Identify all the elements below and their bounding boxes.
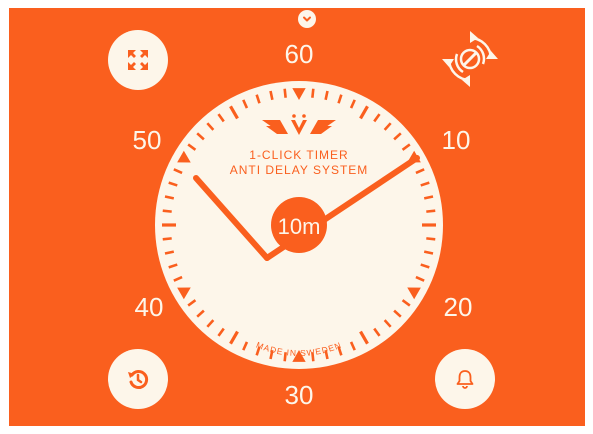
dial-tick [196,309,205,318]
dial-marker [177,287,191,300]
dial-tick [173,275,183,282]
dial-tick [187,143,197,151]
dial-tick [423,250,434,255]
dial-tick [337,346,343,356]
dial-tick [283,88,287,98]
history-button[interactable] [108,349,168,409]
dial-tick [373,113,381,123]
dial-tick [242,99,249,109]
bell-icon [456,370,474,389]
dial-tick [426,237,436,241]
dial-tick [383,319,392,328]
center-hub [271,197,327,253]
dial-tick [164,250,175,255]
dial-tick [373,327,381,337]
dial-number-40: 40 [134,292,164,322]
dial-tick [393,132,402,141]
dial-tick [168,181,178,187]
dial-number-30: 30 [284,380,314,410]
dial-number-50: 50 [132,125,162,155]
rotate-sync-button[interactable] [437,26,503,92]
brand-logo [262,114,336,135]
dial-marker [407,150,421,163]
dial-tick [420,181,430,187]
dial-tick [168,263,178,269]
dial-tick [187,299,197,307]
dial-number-10: 10 [441,125,471,155]
dial-tick [162,209,172,213]
dial-tick [269,349,274,360]
dial-tick [269,90,274,101]
brand-line-1: 1-CLICK TIMER [249,148,348,162]
dial-tick [311,88,315,98]
dial-number-20: 20 [443,292,473,322]
dial-tick [283,352,287,362]
dial-tick [349,341,356,351]
dial-tick [255,94,261,104]
dial-tick [401,299,411,307]
dial-marker [407,287,421,300]
dial-ticks [162,88,436,362]
dial-tick [393,309,402,318]
chevron-down-icon[interactable] [298,10,316,28]
dial-tick [401,143,411,151]
dial-face [155,81,443,369]
dial-tick [324,349,329,360]
dial-tick [349,99,356,109]
dial-tick [324,90,329,101]
dial-tick [217,327,225,337]
timer-screen: 60 10 20 30 40 50 1-CLICK TIMER ANTI DEL… [9,8,585,426]
center-readout: 10m [278,214,321,239]
dial-tick [415,275,425,282]
dial-tick [242,341,249,351]
dial-marker [292,350,306,362]
dial-tick [311,352,315,362]
dial-tick [196,132,205,141]
dial-marker [292,88,306,100]
dial-tick [255,346,261,356]
dial-tick [415,168,425,175]
expand-button[interactable] [108,30,168,90]
dial-tick [426,209,436,213]
rotate-sync-icon [442,31,498,87]
history-restore-icon [128,370,149,389]
dial-tick [359,330,369,345]
dial-tick [162,237,172,241]
dial-tick [173,168,183,175]
dial-tick [423,195,434,200]
alarm-bell-button[interactable] [435,349,495,409]
dial-tick [359,105,369,120]
dial-tick [383,122,392,131]
dial-tick [206,122,215,131]
dial-number-60: 60 [284,39,314,69]
dial-tick [337,94,343,104]
minute-hand [264,155,420,261]
expand-arrows-icon [128,50,148,70]
hour-hand [193,175,270,261]
made-in-label: MADE IN SWEDEN [255,340,343,358]
dial-marker [177,150,191,163]
dial-tick [217,113,225,123]
dial-tick [229,330,239,345]
dial-tick [420,263,430,269]
brand-line-2: ANTI DELAY SYSTEM [230,163,369,177]
dial-tick [164,195,175,200]
dial-tick [229,105,239,120]
dial-tick [206,319,215,328]
